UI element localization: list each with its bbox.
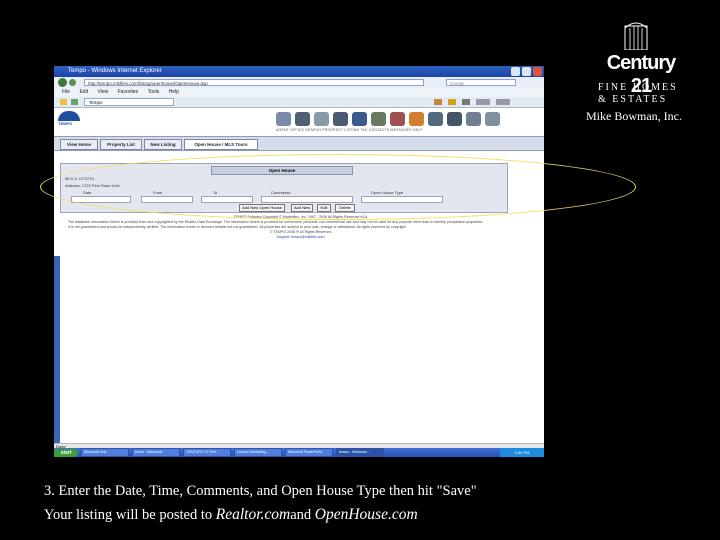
office-icon[interactable] [295, 112, 310, 126]
forward-icon[interactable] [69, 79, 76, 86]
taskbar-item[interactable]: Inbox - Microsoft... [132, 448, 180, 457]
tools-menu-icon[interactable] [496, 99, 510, 105]
home-icon[interactable] [434, 99, 442, 105]
print-icon[interactable] [462, 99, 470, 105]
window-controls [511, 67, 542, 76]
help-icon[interactable] [485, 112, 500, 126]
support-link[interactable]: Support: tempo@mlsfiles.com [68, 235, 533, 240]
favorites-bar: Tempo [54, 97, 544, 108]
feeds-icon[interactable] [448, 99, 456, 105]
command-bar [434, 99, 534, 105]
favorites-star-icon[interactable] [60, 99, 67, 105]
instruction-note: Your listing will be posted to Realtor.c… [44, 506, 684, 524]
caption-prefix: Your listing will be posted to [44, 507, 216, 523]
start-button[interactable]: start [54, 448, 78, 457]
taskbar-item[interactable]: Microsoft Outl... [81, 448, 129, 457]
taskbar-item[interactable]: CENTURY 21 Fine... [183, 448, 231, 457]
tax-icon[interactable] [390, 112, 405, 126]
listing-icon[interactable] [371, 112, 386, 126]
browser-title: Tempo - Windows Internet Explorer [68, 68, 162, 74]
openhouse-com-text: OpenHouse.com [314, 506, 418, 523]
browser-tab[interactable]: Tempo [84, 98, 174, 106]
prospect-icon[interactable] [352, 112, 367, 126]
realtor-com-text: Realtor.com [215, 506, 291, 523]
gate-logo-icon [624, 22, 648, 50]
taskbar-item[interactable]: Lenovo Marketing... [234, 448, 282, 457]
instruction-step: 3. Enter the Date, Time, Comments, and O… [44, 483, 477, 499]
windows-taskbar: start Microsoft Outl... Inbox - Microsof… [54, 448, 544, 457]
side-tab[interactable] [54, 256, 60, 444]
estates-text: & ESTATES [598, 94, 668, 105]
search-icon[interactable] [314, 112, 329, 126]
menu-file[interactable]: File [62, 89, 70, 95]
menu-edit[interactable]: Edit [79, 89, 88, 95]
app-tab-bar: View Home Property List New Listing Open… [54, 136, 544, 151]
minimize-button[interactable] [511, 67, 520, 76]
highlight-ellipse [40, 154, 636, 220]
tab-property-list[interactable]: Property List [100, 139, 142, 150]
office-name: Mike Bowman, Inc. [586, 109, 682, 123]
page-menu-icon[interactable] [476, 99, 490, 105]
screenshot-window: Tempo - Windows Internet Explorer http:/… [54, 66, 544, 457]
browser-titlebar: Tempo - Windows Internet Explorer [54, 66, 544, 77]
url-field[interactable]: http://tempo.mlsfiles.com/listing/openho… [84, 79, 424, 86]
system-tray-clock[interactable]: 3:53 PM [500, 448, 544, 457]
fine-homes-text: FINE HOMES [598, 82, 678, 93]
browser-menubar: File Edit View Favorites Tools Help [54, 88, 544, 97]
menu-favorites[interactable]: Favorites [118, 89, 139, 95]
tools-icon[interactable] [466, 112, 481, 126]
menu-view[interactable]: View [97, 89, 108, 95]
taskbar-item[interactable]: Microsoft PowerPoint [285, 448, 333, 457]
tab-new-listing[interactable]: New Listing [144, 139, 182, 150]
menu-help[interactable]: Help [169, 89, 179, 95]
tab-view-home[interactable]: View Home [60, 139, 98, 150]
messages-icon[interactable] [428, 112, 443, 126]
calendar-icon[interactable] [447, 112, 462, 126]
caption-and: and [290, 507, 315, 523]
magnifier-icon[interactable] [333, 112, 348, 126]
menu-tools[interactable]: Tools [148, 89, 160, 95]
taskbar-item-active[interactable]: tempo - Windows... [336, 448, 384, 457]
logo-arc-icon [58, 111, 80, 121]
agent-icon[interactable] [276, 112, 291, 126]
tab-open-house[interactable]: Open House / MLS Tours [184, 139, 258, 150]
close-button[interactable] [533, 67, 542, 76]
maximize-button[interactable] [522, 67, 531, 76]
back-icon[interactable] [58, 78, 67, 87]
add-favorite-icon[interactable] [71, 99, 78, 105]
search-input[interactable]: Google [446, 79, 516, 86]
app-nav-labels: AGENT OFFICE SEARCH PROSPECT LISTING TAX… [276, 128, 423, 132]
tempo-logo: TEMPO [58, 111, 84, 133]
contacts-icon[interactable] [409, 112, 424, 126]
